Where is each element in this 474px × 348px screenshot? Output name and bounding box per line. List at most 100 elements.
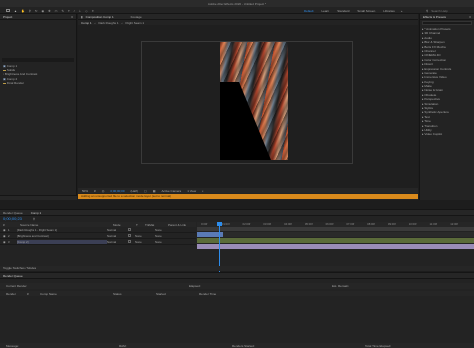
effects-tab[interactable]: Effects & Presets xyxy=(423,15,446,19)
pen-tool-icon[interactable]: ✎ xyxy=(61,9,64,13)
project-thumbnail-area xyxy=(0,20,76,58)
lock-icon[interactable]: ▮ xyxy=(81,15,83,19)
grid-icon[interactable]: # xyxy=(94,189,96,193)
render-queue-footer: Message: RAM: Renders Started: Total Tim… xyxy=(0,343,474,348)
preserve-transparency-checkbox[interactable] xyxy=(128,240,131,243)
workspace-standard[interactable]: Standard xyxy=(333,9,353,13)
transparency-grid-icon[interactable]: ▦ xyxy=(153,189,156,193)
column-mode: Mode xyxy=(113,222,121,227)
track-layer-3[interactable] xyxy=(197,244,474,249)
parent-dropdown[interactable]: None xyxy=(155,240,162,244)
table-row[interactable]: ◉ 3 [Comp 2] Normal None None xyxy=(0,239,196,245)
preserve-transparency-checkbox[interactable] xyxy=(128,228,131,231)
workspace-default[interactable]: Default xyxy=(300,9,318,13)
ruler-tick-label: 03:00f xyxy=(263,222,272,226)
column-num: # xyxy=(27,291,29,296)
camera-tool-icon[interactable]: ◉ xyxy=(41,9,44,13)
folder-icon: ▬ xyxy=(3,80,6,85)
search-icon[interactable]: ⚲ xyxy=(426,9,428,13)
layer-number: 3 xyxy=(8,239,10,244)
window-title: Adobe After Effects 2020 - Untitled Proj… xyxy=(207,1,267,6)
layer-mode-dropdown[interactable]: Normal xyxy=(107,240,127,244)
message-label: Message: xyxy=(6,343,20,348)
effects-search-input[interactable] xyxy=(422,21,472,25)
selection-tool-icon[interactable]: ▲ xyxy=(14,9,17,13)
timeline-footer: Toggle Switches / Modes xyxy=(0,266,474,271)
exposure-icon[interactable]: ◐ xyxy=(202,189,204,193)
timecode-display[interactable]: 0;00;00;00 xyxy=(110,189,124,193)
breadcrumb-layer[interactable]: Dark Roughs 1 xyxy=(99,21,119,25)
ruler-tick-label: 02:00f xyxy=(242,222,251,226)
tab-composition[interactable]: Composition Comp 1 xyxy=(86,15,114,19)
home-icon[interactable] xyxy=(6,9,10,12)
column-comp-name: Comp Name xyxy=(40,291,57,296)
workspace-learn[interactable]: Learn xyxy=(318,9,334,13)
track-matte-dropdown[interactable]: None xyxy=(135,240,155,244)
rotate-tool-icon[interactable]: ↻ xyxy=(35,9,38,13)
workspace-bar: ▲ ✋ ⚲ ↻ ◉ ✥ ▭ ✎ T / ⊥ ◇ ✦ Default Learn … xyxy=(0,7,474,14)
workspace-more-icon[interactable]: » xyxy=(399,9,405,13)
hand-tool-icon[interactable]: ✋ xyxy=(21,9,25,13)
project-tab[interactable]: Project xyxy=(3,15,12,19)
parent-dropdown[interactable]: None xyxy=(155,234,162,238)
effects-panel: Effects & Presets ≡ ▸ * Animation Preset… xyxy=(419,14,474,200)
zoom-tool-icon[interactable]: ⚲ xyxy=(29,9,31,13)
list-item[interactable]: ▬ Final Render xyxy=(3,81,73,85)
parent-dropdown[interactable]: None xyxy=(155,228,162,232)
work-area-bar[interactable] xyxy=(197,227,474,231)
render-queue-tab[interactable]: Render Queue xyxy=(3,274,23,278)
layer-mode-dropdown[interactable]: Normal xyxy=(107,234,127,238)
timeline-timecode[interactable]: 0;00;00;23 xyxy=(3,217,22,221)
eraser-tool-icon[interactable]: ◇ xyxy=(85,9,87,13)
search-help-input[interactable]: Search Help xyxy=(431,9,448,13)
tab-comp[interactable]: Comp 1 xyxy=(31,211,42,215)
zoom-dropdown[interactable]: 50% xyxy=(82,189,88,193)
layer-mode-dropdown[interactable]: Normal xyxy=(107,228,127,232)
layer-name[interactable]: [Brightness and Contrast] xyxy=(17,234,107,238)
column-trkmat: TrkMat xyxy=(145,222,155,227)
renders-started-label: Renders Started: xyxy=(232,343,255,348)
resolution-dropdown[interactable]: (Half) xyxy=(131,189,138,193)
layer-name[interactable]: [Dark Roughs 1 - Flight Seam 1] xyxy=(17,228,107,232)
project-panel: Project ≡ ▣ Comp 1 ▬ Solids ▫ Brightness… xyxy=(0,14,77,200)
panel-menu-icon[interactable]: ≡ xyxy=(469,15,471,19)
track-matte-dropdown[interactable]: None xyxy=(135,234,155,238)
effects-category-item[interactable]: ▸ Video Copilot xyxy=(422,132,472,136)
puppet-tool-icon[interactable]: ✦ xyxy=(92,9,95,13)
workspace-libraries[interactable]: Libraries xyxy=(379,9,399,13)
region-icon[interactable]: ▢ xyxy=(144,189,147,193)
footage-image xyxy=(220,42,288,160)
breadcrumb-sublayer[interactable]: Flight Seam 1 xyxy=(126,21,145,25)
tab-footage[interactable]: Footage xyxy=(131,15,142,19)
brush-tool-icon[interactable]: / xyxy=(74,9,75,13)
ruler-tick-label: 12:00f xyxy=(450,222,458,226)
rectangle-tool-icon[interactable]: ▭ xyxy=(55,9,58,13)
panel-menu-icon[interactable]: ≡ xyxy=(71,15,73,19)
views-dropdown[interactable]: 1 View xyxy=(187,189,196,193)
breadcrumb-comp[interactable]: Comp 1 xyxy=(81,21,92,25)
ruler-tick-label: 01:00f xyxy=(221,222,230,226)
toggle-switches-modes[interactable]: Toggle Switches / Modes xyxy=(3,266,36,270)
playhead-handle[interactable] xyxy=(217,222,222,226)
ruler-tick-label: 10:00f xyxy=(408,222,417,226)
clone-tool-icon[interactable]: ⊥ xyxy=(79,9,82,13)
timeline-panel: Render Queue Comp 1 0;00;00;23 ⚲ # Sourc… xyxy=(0,209,474,272)
pan-behind-tool-icon[interactable]: ✥ xyxy=(48,9,51,13)
layer-name[interactable]: [Comp 2] xyxy=(17,239,107,244)
column-status: Status xyxy=(113,291,122,296)
tab-render-queue[interactable]: Render Queue xyxy=(3,211,23,215)
playhead[interactable] xyxy=(219,222,220,272)
type-tool-icon[interactable]: T xyxy=(68,9,70,13)
preserve-transparency-checkbox[interactable] xyxy=(128,234,131,237)
camera-snapshot-icon[interactable]: ◎ xyxy=(102,189,105,193)
project-search-bar[interactable] xyxy=(2,58,74,62)
ruler-tick-label: 08:00f xyxy=(367,222,375,226)
composition-viewer[interactable] xyxy=(78,25,418,188)
elapsed-label: Elapsed: xyxy=(189,284,201,288)
render-queue-panel: Render Queue Current Render Elapsed: Est… xyxy=(0,272,474,348)
workspace-small-screen[interactable]: Small Screen xyxy=(353,9,379,13)
search-icon[interactable]: ⚲ xyxy=(33,217,35,221)
camera-dropdown[interactable]: Active Camera xyxy=(162,189,182,193)
track-layer-2[interactable] xyxy=(197,238,474,243)
column-render: Render xyxy=(6,291,16,296)
